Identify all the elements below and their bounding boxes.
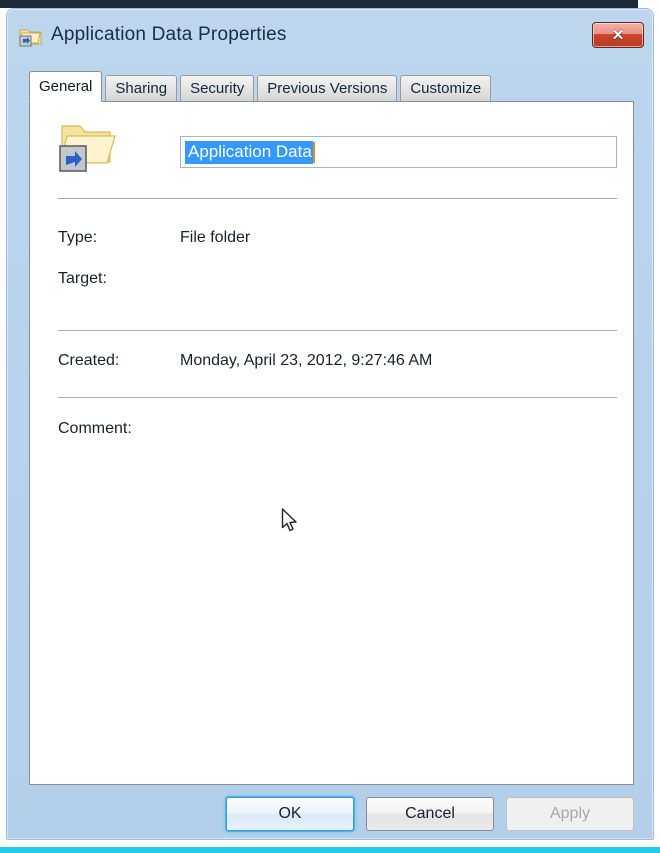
divider-middle bbox=[58, 330, 617, 331]
type-value: File folder bbox=[180, 229, 251, 246]
divider-top bbox=[58, 198, 617, 199]
apply-button: Apply bbox=[506, 797, 634, 831]
tab-label: Security bbox=[190, 80, 245, 97]
cancel-button[interactable]: Cancel bbox=[366, 797, 494, 831]
folder-name-row: Application Data bbox=[30, 102, 633, 198]
tab-label: Sharing bbox=[115, 80, 168, 97]
desktop-top-strip bbox=[0, 0, 660, 8]
properties-dialog-window: Application Data Properties ✕ General Sh… bbox=[6, 8, 654, 840]
tab-sharing[interactable]: Sharing bbox=[105, 75, 178, 101]
text-caret bbox=[312, 141, 315, 163]
created-value: Monday, April 23, 2012, 9:27:46 AM bbox=[180, 352, 433, 369]
created-label: Created: bbox=[58, 352, 120, 369]
ok-button-label: OK bbox=[278, 805, 302, 822]
close-button[interactable]: ✕ bbox=[592, 22, 644, 48]
tab-label: General bbox=[39, 78, 93, 95]
folder-shortcut-icon bbox=[19, 25, 43, 47]
cancel-button-label: Cancel bbox=[405, 805, 455, 822]
window-title: Application Data Properties bbox=[51, 24, 287, 45]
comment-label: Comment: bbox=[58, 420, 132, 437]
target-label: Target: bbox=[58, 270, 107, 287]
folder-name-input[interactable]: Application Data bbox=[180, 136, 617, 168]
title-bar[interactable]: Application Data Properties ✕ bbox=[7, 9, 653, 61]
desktop-bottom-strip bbox=[0, 847, 660, 853]
tab-security[interactable]: Security bbox=[180, 75, 255, 101]
tab-general[interactable]: General bbox=[29, 71, 103, 102]
type-label: Type: bbox=[58, 229, 98, 246]
tab-label: Previous Versions bbox=[267, 80, 388, 97]
tab-label: Customize bbox=[410, 80, 482, 97]
apply-button-label: Apply bbox=[549, 805, 591, 822]
dialog-button-bar: OK Cancel Apply bbox=[29, 797, 634, 831]
folder-name-value: Application Data bbox=[185, 140, 313, 164]
screen: Application Data Properties ✕ General Sh… bbox=[0, 0, 660, 853]
folder-shortcut-large-icon bbox=[58, 118, 120, 174]
tab-strip: General Sharing Security Previous Versio… bbox=[29, 71, 494, 102]
divider-bottom bbox=[58, 397, 617, 398]
tab-previous-versions[interactable]: Previous Versions bbox=[257, 75, 398, 101]
general-tab-panel: Application Data Type: File folder Targe… bbox=[29, 101, 634, 785]
tab-customize[interactable]: Customize bbox=[400, 75, 492, 101]
ok-button[interactable]: OK bbox=[226, 797, 354, 831]
close-icon: ✕ bbox=[611, 27, 625, 44]
